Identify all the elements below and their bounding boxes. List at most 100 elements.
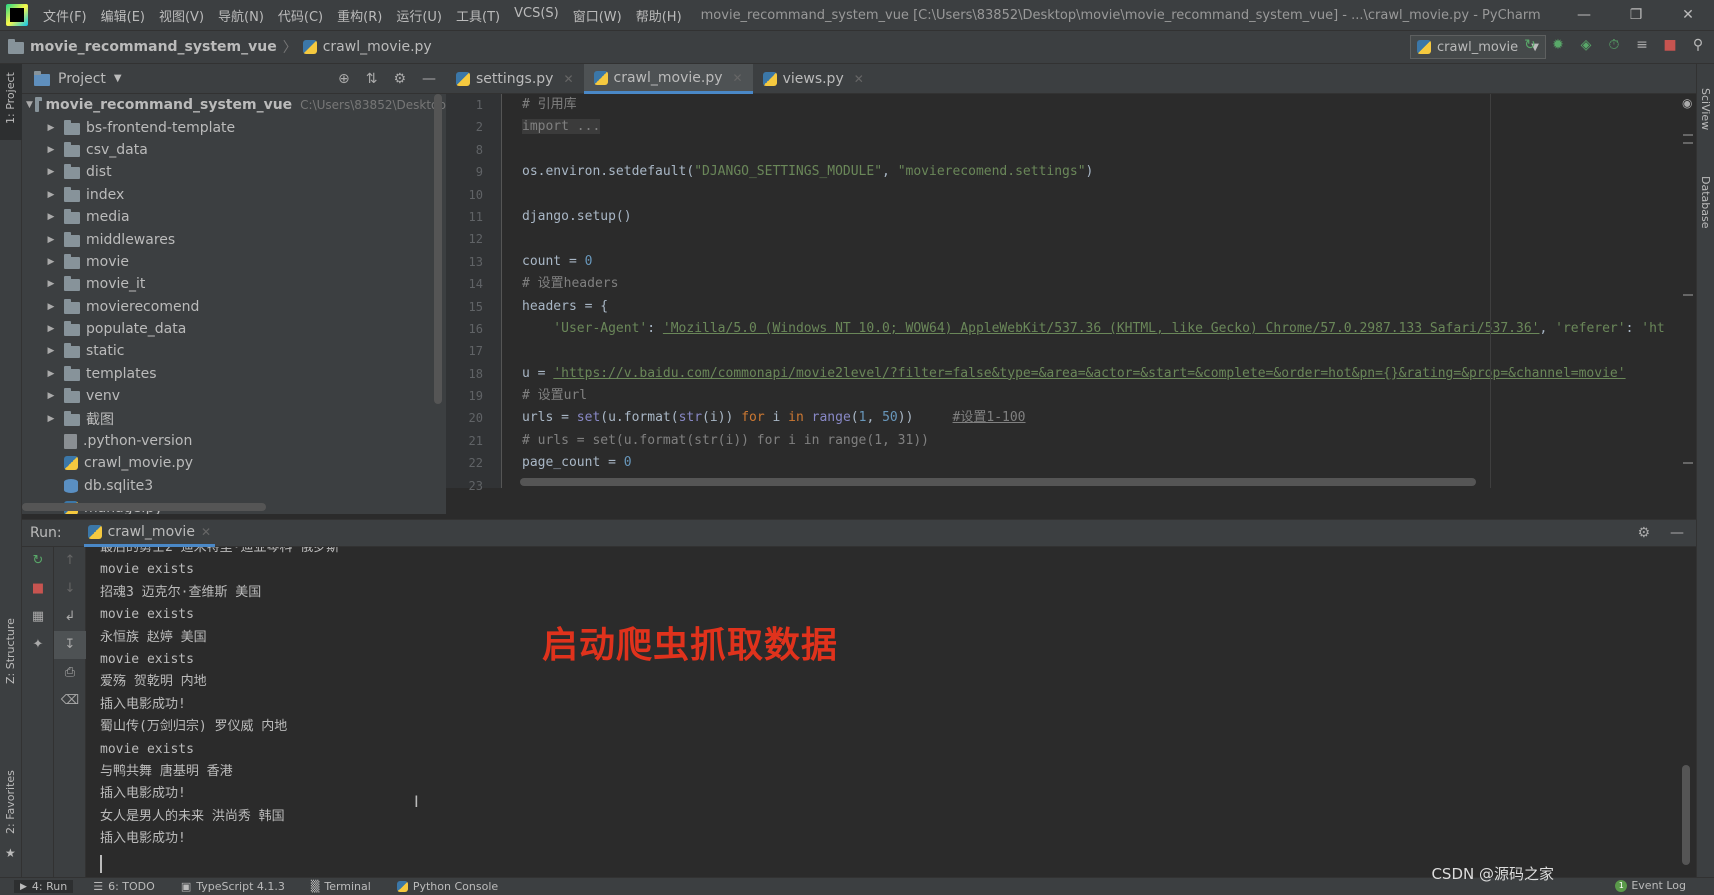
project-tool-tab[interactable]: 1: Project <box>0 64 22 140</box>
tree-folder[interactable]: ▶ populate_data <box>22 318 446 340</box>
expand-arrow-icon[interactable]: ▶ <box>44 167 58 177</box>
run-console[interactable]: 最后的勇士2 迪米特里·迪亚琴科 俄罗斯 movie exists 招魂3 迈克… <box>86 547 1696 877</box>
close-icon[interactable]: ✕ <box>1662 0 1714 30</box>
close-tab-icon[interactable]: ✕ <box>733 71 743 85</box>
tree-root[interactable]: ▼ movie_recommand_system_vue C:\Users\83… <box>22 94 446 116</box>
gear-icon[interactable]: ⚙ <box>393 71 406 87</box>
stop-icon[interactable]: ■ <box>22 575 54 603</box>
tree-file[interactable]: .python-version <box>22 430 446 452</box>
tree-folder[interactable]: ▶ csv_data <box>22 139 446 161</box>
expand-arrow-icon[interactable]: ▶ <box>44 235 58 245</box>
collapse-all-icon[interactable]: ⇅ <box>366 71 378 87</box>
sciview-tool-label[interactable]: SciView <box>1699 88 1712 130</box>
tab-crawl-movie[interactable]: crawl_movie.py ✕ <box>583 64 753 94</box>
tree-folder[interactable]: ▶ templates <box>22 363 446 385</box>
menu-code[interactable]: 代码(C) <box>271 6 330 25</box>
project-panel-title[interactable]: Project <box>58 71 106 87</box>
stripe-marker[interactable] <box>1683 462 1693 464</box>
tree-folder[interactable]: ▶ media <box>22 206 446 228</box>
search-icon[interactable]: ⚲ <box>1690 37 1706 53</box>
gear-icon[interactable]: ⚙ <box>1637 525 1650 541</box>
expand-arrow-icon[interactable]: ▶ <box>44 257 58 267</box>
run-tab-crawl-movie[interactable]: crawl_movie ✕ <box>83 519 215 547</box>
locate-icon[interactable]: ⊕ <box>338 71 350 87</box>
menu-refactor[interactable]: 重构(R) <box>330 6 389 25</box>
expand-arrow-icon[interactable]: ▼ <box>26 100 33 110</box>
close-tab-icon[interactable]: ✕ <box>854 72 864 86</box>
inspection-eye-icon[interactable]: ◉ <box>1682 96 1692 110</box>
tool-tab-typescript[interactable]: ▣ TypeScript 4.1.3 <box>175 880 291 893</box>
hide-icon[interactable]: — <box>1670 525 1684 541</box>
profile-icon[interactable]: ⏱ <box>1606 37 1622 53</box>
menu-view[interactable]: 视图(V) <box>152 6 211 25</box>
expand-arrow-icon[interactable]: ▶ <box>44 414 58 424</box>
code-editor[interactable]: # 引用库 import ... os.environ.setdefault("… <box>502 94 1696 488</box>
tree-folder[interactable]: ▶ movie <box>22 251 446 273</box>
tab-views[interactable]: views.py ✕ <box>753 64 874 94</box>
close-tab-icon[interactable]: ✕ <box>201 525 211 539</box>
stripe-marker[interactable] <box>1683 294 1693 296</box>
expand-arrow-icon[interactable]: ▶ <box>44 391 58 401</box>
editor-horizontal-scrollbar[interactable] <box>520 478 1476 486</box>
menu-vcs[interactable]: VCS(S) <box>507 6 566 25</box>
hide-icon[interactable]: — <box>422 71 436 87</box>
tool-tab-python-console[interactable]: Python Console <box>391 880 504 893</box>
expand-arrow-icon[interactable]: ▶ <box>44 123 58 133</box>
tree-horizontal-scrollbar[interactable] <box>22 503 266 511</box>
tree-vertical-scrollbar[interactable] <box>434 94 442 404</box>
scroll-to-end-icon[interactable]: ↧ <box>54 631 86 659</box>
tree-folder[interactable]: ▶ static <box>22 340 446 362</box>
database-tool-label[interactable]: Database <box>1699 176 1712 229</box>
tree-folder[interactable]: ▶ middlewares <box>22 228 446 250</box>
tool-tab-todo[interactable]: ☰ 6: TODO <box>87 880 161 893</box>
menu-file[interactable]: 文件(F) <box>36 6 94 25</box>
expand-arrow-icon[interactable]: ▶ <box>44 145 58 155</box>
expand-arrow-icon[interactable]: ▶ <box>44 212 58 222</box>
stripe-marker[interactable] <box>1683 134 1693 136</box>
breadcrumb-file[interactable]: crawl_movie.py <box>323 39 432 55</box>
arrow-up-icon[interactable]: ↑ <box>54 547 86 575</box>
favorites-tool-label[interactable]: 2: Favorites <box>4 770 17 834</box>
stripe-marker[interactable] <box>1683 142 1693 144</box>
tree-folder[interactable]: ▶ 截图 <box>22 407 446 429</box>
expand-arrow-icon[interactable]: ▶ <box>44 279 58 289</box>
expand-arrow-icon[interactable]: ▶ <box>44 190 58 200</box>
minimize-icon[interactable]: — <box>1558 0 1610 30</box>
menu-help[interactable]: 帮助(H) <box>629 6 689 25</box>
tool-tab-run[interactable]: ▶ 4: Run <box>14 880 74 893</box>
tool-tab-terminal[interactable]: ▒ Terminal <box>305 880 377 893</box>
tree-file[interactable]: db.sqlite3 <box>22 475 446 497</box>
menu-window[interactable]: 窗口(W) <box>566 6 629 25</box>
tree-folder[interactable]: ▶ movie_it <box>22 273 446 295</box>
tree-folder[interactable]: ▶ index <box>22 184 446 206</box>
breadcrumb-project[interactable]: movie_recommand_system_vue <box>30 39 277 55</box>
menu-edit[interactable]: 编辑(E) <box>94 6 152 25</box>
chevron-down-icon[interactable]: ▼ <box>114 73 122 84</box>
close-tab-icon[interactable]: ✕ <box>563 72 573 86</box>
expand-arrow-icon[interactable]: ▶ <box>44 369 58 379</box>
event-log-button[interactable]: 1 Event Log <box>1615 879 1686 892</box>
expand-arrow-icon[interactable]: ▶ <box>44 346 58 356</box>
coverage-icon[interactable]: ◈ <box>1578 37 1594 53</box>
arrow-down-icon[interactable]: ↓ <box>54 575 86 603</box>
stop-icon[interactable]: ■ <box>1662 37 1678 53</box>
concurrency-icon[interactable]: ≡ <box>1634 37 1650 53</box>
structure-tool-label[interactable]: Z: Structure <box>4 618 17 684</box>
tree-file[interactable]: crawl_movie.py <box>22 452 446 474</box>
menu-navigate[interactable]: 导航(N) <box>211 6 271 25</box>
tab-settings[interactable]: settings.py ✕ <box>446 64 584 94</box>
menu-tools[interactable]: 工具(T) <box>449 6 507 25</box>
pin-tab-icon[interactable]: ✦ <box>22 631 54 659</box>
restore-icon[interactable]: ❐ <box>1610 0 1662 30</box>
menu-run[interactable]: 运行(U) <box>389 6 449 25</box>
tree-folder[interactable]: ▶ dist <box>22 161 446 183</box>
print-icon[interactable]: ⎙ <box>54 659 86 687</box>
rerun-icon[interactable]: ↻ <box>1522 37 1538 53</box>
tree-folder[interactable]: ▶ venv <box>22 385 446 407</box>
tree-folder[interactable]: ▶ movierecomend <box>22 296 446 318</box>
debug-icon[interactable]: ✹ <box>1550 37 1566 53</box>
expand-arrow-icon[interactable]: ▶ <box>44 324 58 334</box>
folded-imports[interactable]: import ... <box>522 119 601 135</box>
rerun-icon[interactable]: ↻ <box>22 547 54 575</box>
restore-layout-icon[interactable]: ▦ <box>22 603 54 631</box>
